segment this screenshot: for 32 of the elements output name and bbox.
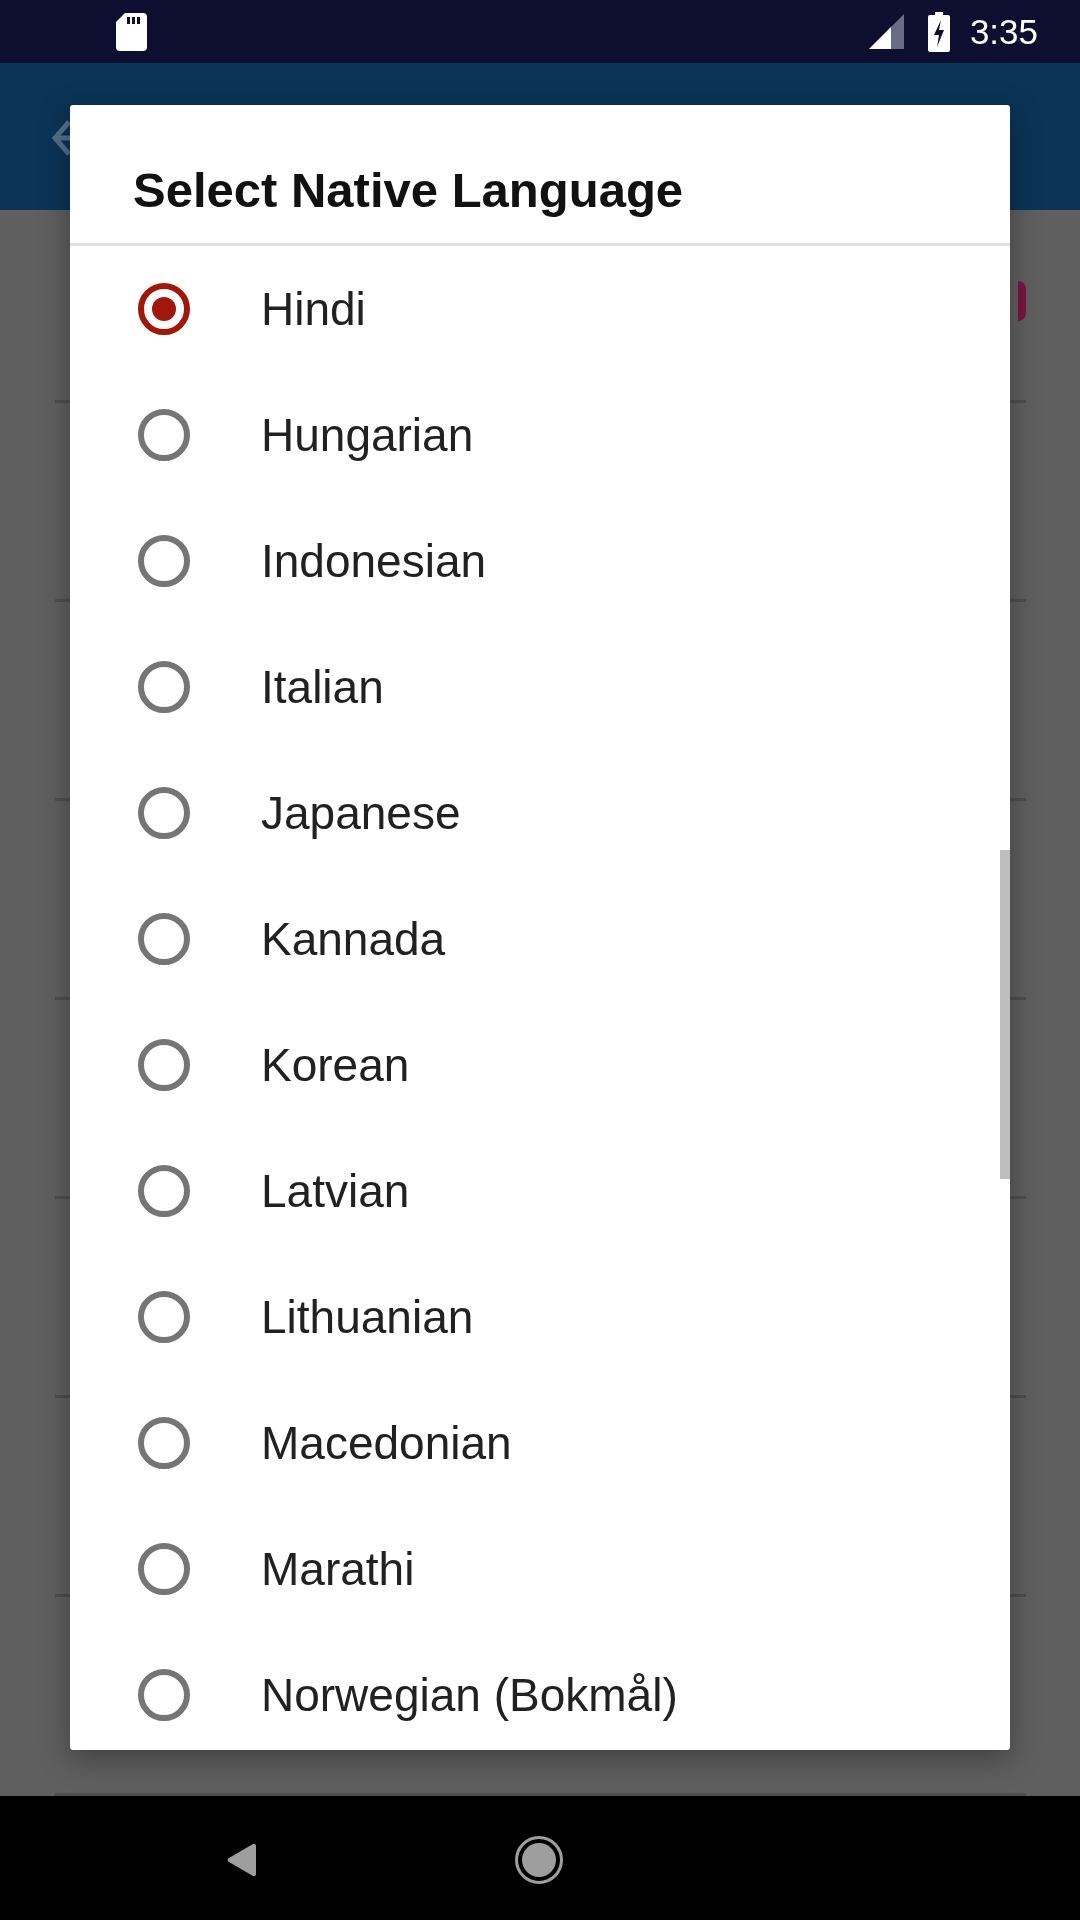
radio-button[interactable] [138, 1165, 190, 1217]
radio-button[interactable] [138, 787, 190, 839]
sd-card-icon [116, 12, 147, 51]
signal-icon [868, 14, 904, 49]
radio-button[interactable] [138, 535, 190, 587]
radio-button[interactable] [138, 409, 190, 461]
back-icon[interactable] [226, 1841, 256, 1878]
language-option[interactable]: Indonesian [70, 498, 1000, 624]
radio-button[interactable] [138, 283, 190, 335]
language-option[interactable]: Macedonian [70, 1380, 1000, 1506]
language-option[interactable]: Japanese [70, 750, 1000, 876]
radio-button[interactable] [138, 661, 190, 713]
battery-charging-icon [927, 11, 950, 52]
round-marker-icon [1018, 281, 1026, 321]
radio-button[interactable] [138, 1291, 190, 1343]
language-option[interactable]: Norwegian (Bokmål) [70, 1632, 1000, 1750]
status-time: 3:35 [969, 14, 1038, 49]
language-option[interactable]: Italian [70, 624, 1000, 750]
language-option[interactable]: Hindi [70, 246, 1000, 372]
home-icon[interactable] [515, 1835, 563, 1884]
language-option[interactable]: Marathi [70, 1506, 1000, 1632]
language-option[interactable]: Kannada [70, 876, 1000, 1002]
radio-button[interactable] [138, 1417, 190, 1469]
radio-button[interactable] [138, 1669, 190, 1721]
language-option[interactable]: Lithuanian [70, 1254, 1000, 1380]
language-option[interactable]: Latvian [70, 1128, 1000, 1254]
radio-button[interactable] [138, 913, 190, 965]
language-option[interactable]: Hungarian [70, 372, 1000, 498]
radio-button[interactable] [138, 1039, 190, 1091]
radio-button[interactable] [138, 1543, 190, 1595]
language-option[interactable]: Korean [70, 1002, 1000, 1128]
dialog-title: Select Native Language [132, 162, 685, 219]
